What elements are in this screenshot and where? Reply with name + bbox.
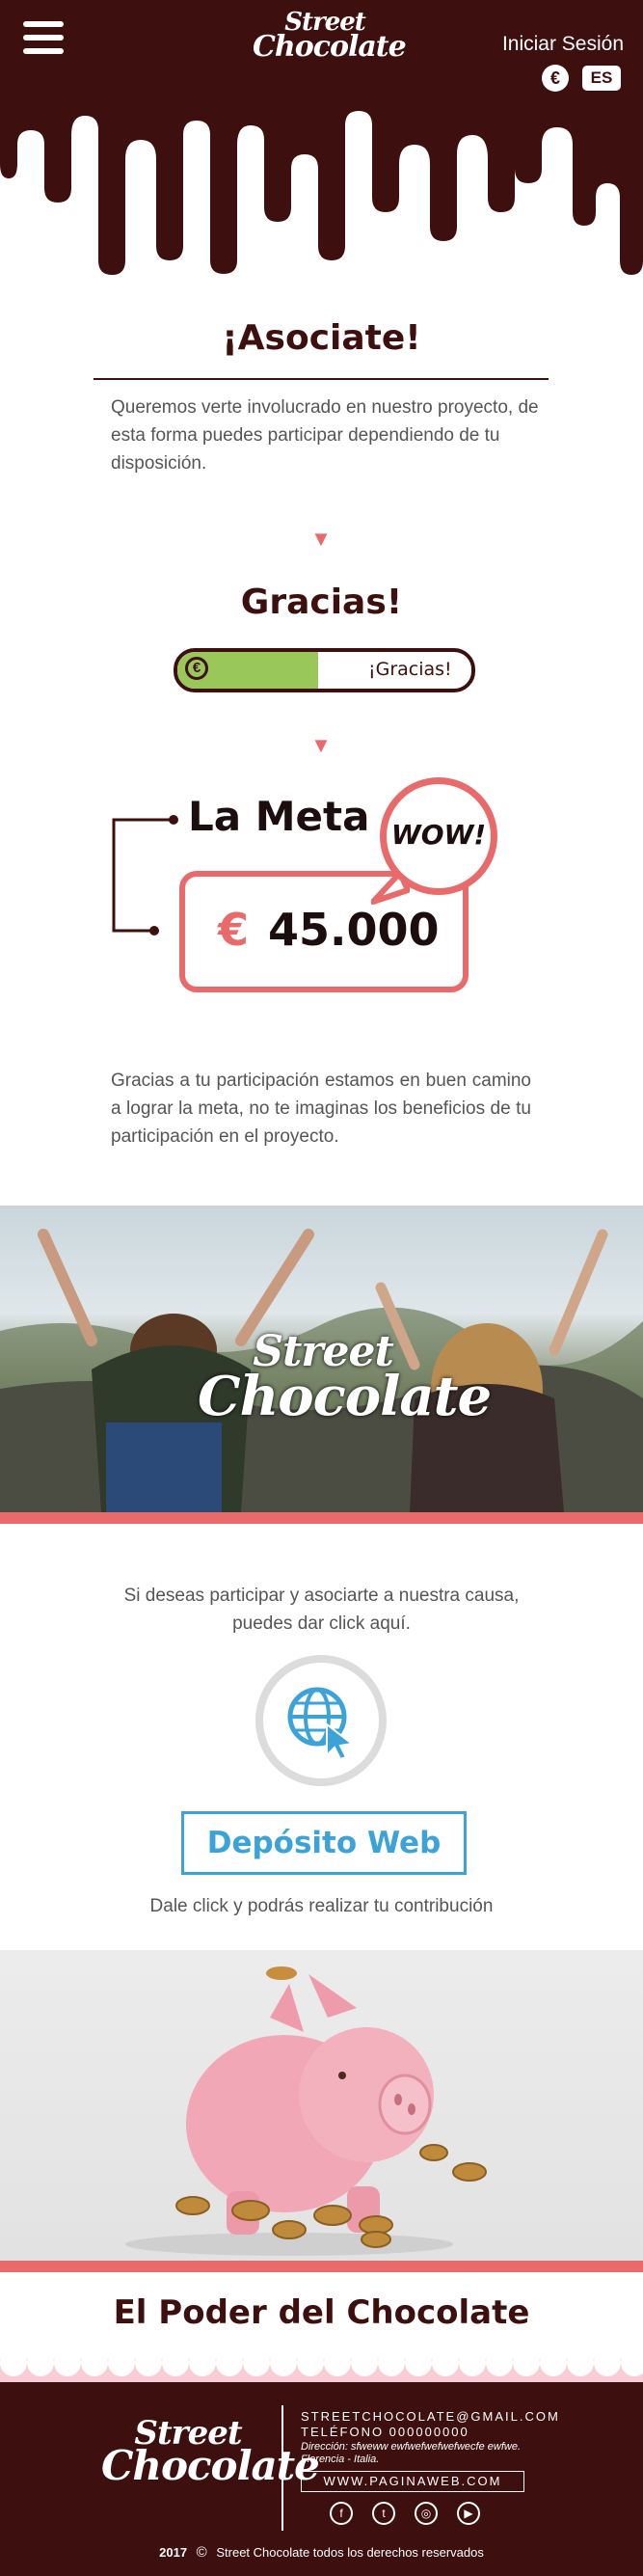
footer-website[interactable]: WWW.PAGINAWEB.COM	[301, 2471, 524, 2492]
title-divider	[94, 378, 549, 380]
footer-divider	[281, 2405, 283, 2531]
goal-amount: 45.000	[268, 904, 440, 956]
web-deposit-button[interactable]: Depósito Web	[181, 1811, 467, 1875]
twitter-icon[interactable]: t	[372, 2502, 395, 2525]
facebook-icon[interactable]: f	[330, 2502, 353, 2525]
currency-selector[interactable]: €	[542, 65, 569, 92]
copyright-year: 2017	[159, 2545, 188, 2560]
arrow-down-icon: ▼	[310, 527, 332, 551]
social-links: f t ◎ ▶	[330, 2502, 480, 2525]
footer-phone: TELÉFONO 000000000	[301, 2425, 469, 2439]
goal-currency: €	[218, 904, 250, 956]
participate-text-2: puedes dar click aquí.	[232, 1613, 411, 1634]
wow-bubble: WOW!	[380, 777, 497, 895]
accent-stripe	[0, 2261, 643, 2272]
progress-bar: € ¡Gracias!	[174, 648, 475, 692]
power-title: El Poder del Chocolate	[113, 2293, 530, 2332]
header: Street Chocolate Iniciar Sesión € ES	[0, 0, 643, 280]
copyright: 2017 © Street Chocolate todos los derech…	[0, 2544, 643, 2561]
participate-text-1: Si deseas participar y asociarte a nuest…	[123, 1586, 520, 1606]
web-deposit-icon-button[interactable]	[255, 1655, 387, 1786]
piggy-bank-photo	[0, 1950, 643, 2261]
participate-caption: Dale click y podrás realizar tu contribu…	[149, 1896, 494, 1916]
footer-address-1: Dirección: sfweww ewfwefwefwefwecfe ewfw…	[301, 2441, 522, 2453]
thanks-title: Gracias!	[240, 583, 403, 622]
copyright-icon: ©	[196, 2544, 207, 2561]
menu-icon[interactable]	[23, 21, 64, 56]
copyright-text: Street Chocolate todos los derechos rese…	[216, 2545, 484, 2560]
goal-bracket	[112, 815, 178, 935]
arrow-down-icon: ▼	[310, 733, 332, 757]
instagram-icon[interactable]: ◎	[415, 2502, 438, 2525]
goal-text: Gracias a tu participación estamos en bu…	[111, 1071, 531, 1147]
footer-email[interactable]: STREETCHOCOLATE@GMAIL.COM	[301, 2409, 560, 2424]
associate-title: ¡Asociate!	[222, 318, 421, 358]
piggy-bank-scene	[125, 1966, 487, 2256]
banner-photo: Street Chocolate	[0, 1206, 643, 1512]
goal-title: La Meta	[188, 793, 370, 840]
banner-logo: Street Chocolate	[198, 1327, 492, 1428]
globe-cursor-icon	[287, 1687, 355, 1761]
footer-logo: Street Chocolate	[101, 2414, 320, 2489]
euro-coin-icon: €	[185, 657, 208, 680]
language-selector[interactable]: ES	[582, 66, 621, 91]
footer: Street Chocolate STREETCHOCOLATE@GMAIL.C…	[0, 2382, 643, 2576]
accent-stripe	[0, 1512, 643, 1524]
logo[interactable]: Street Chocolate	[253, 10, 407, 62]
login-link[interactable]: Iniciar Sesión	[502, 33, 624, 56]
progress-label: ¡Gracias!	[368, 659, 452, 680]
associate-text: Queremos verte involucrado en nuestro pr…	[111, 397, 539, 474]
youtube-icon[interactable]: ▶	[457, 2502, 480, 2525]
footer-address-2: Florencia - Italia.	[301, 2454, 380, 2465]
